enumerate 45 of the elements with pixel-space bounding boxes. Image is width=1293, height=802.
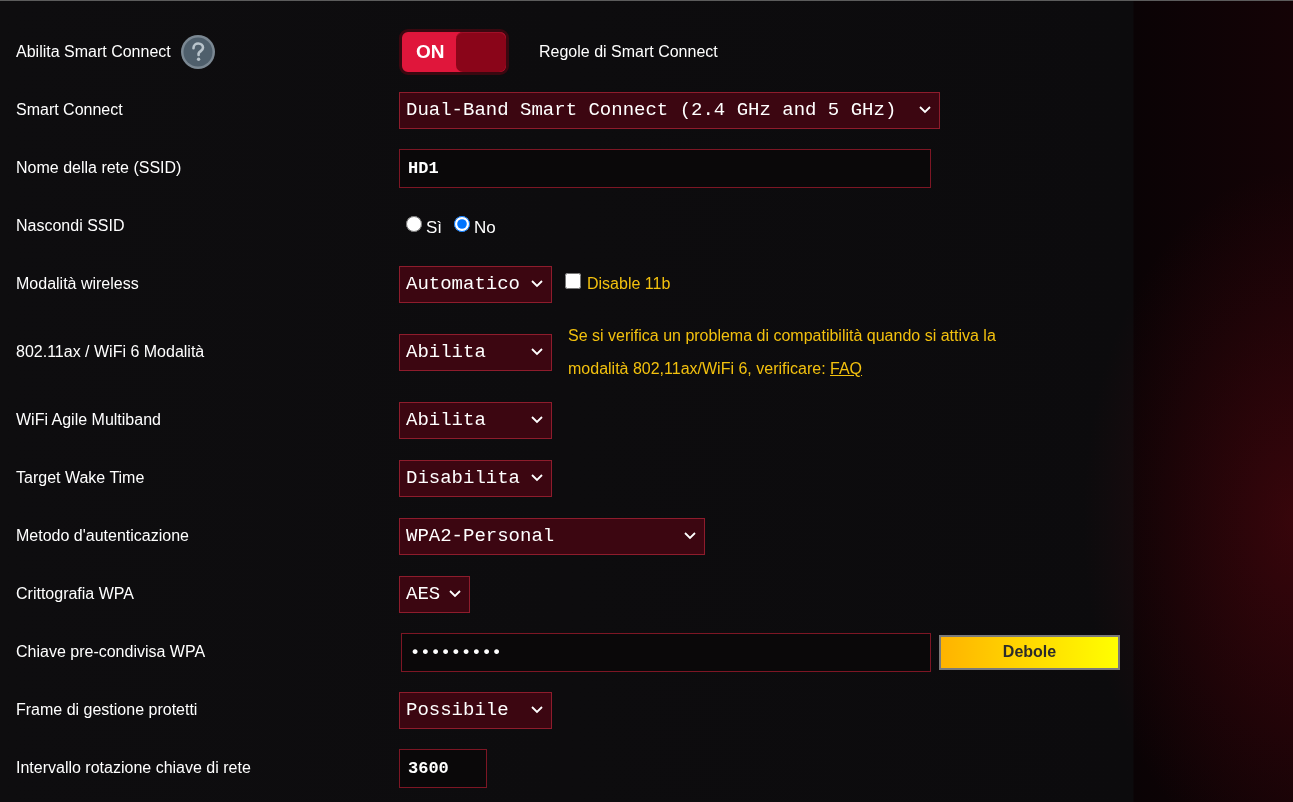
checkbox[interactable] — [565, 273, 581, 289]
chevron-down-icon — [531, 416, 543, 424]
field-label: Modalità wireless — [16, 275, 139, 293]
dropdown[interactable]: Abilita — [399, 333, 552, 371]
chevron-down-icon — [531, 348, 543, 356]
field-label: Nome della rete (SSID) — [16, 159, 182, 177]
field-label: Nascondi SSID — [16, 217, 125, 235]
dropdown[interactable]: Dual-Band Smart Connect (2.4 GHz and 5 GHz) — [399, 91, 940, 129]
checkbox-label[interactable]: Disable 11b — [587, 275, 671, 293]
field-label: Metodo d'autenticazione — [16, 527, 189, 545]
field-label: Smart Connect — [16, 101, 123, 119]
password-strength-indicator: Debole — [939, 634, 1120, 670]
compatibility-note: Se si verifica un problema di compatibilità quando si attiva la modalità 802,11ax/WiFi 6, verificare: FAQ — [568, 326, 997, 379]
chevron-down-icon — [531, 474, 543, 482]
rules-link[interactable]: Regole di Smart Connect — [539, 43, 718, 61]
field-label: 802.11ax / WiFi 6 Modalità — [16, 343, 205, 361]
dropdown[interactable]: Possibile — [399, 691, 552, 729]
field-label: Abilita Smart Connect — [16, 43, 171, 61]
radio-button[interactable] — [454, 216, 471, 232]
help-icon[interactable] — [179, 34, 216, 70]
dropdown[interactable]: Abilita — [399, 401, 552, 439]
field-label: Intervallo rotazione chiave di rete — [16, 759, 251, 777]
text-field[interactable]: 3600 — [399, 748, 487, 788]
dropdown[interactable]: Disabilita — [399, 459, 552, 497]
field-label: WiFi Agile Multiband — [16, 411, 161, 429]
field-label: Frame di gestione protetti — [16, 701, 198, 719]
option-label[interactable]: No — [474, 218, 496, 238]
chevron-down-icon — [919, 106, 931, 114]
field-label: Crittografia WPA — [16, 585, 134, 603]
password-field[interactable]: ••••••••• — [401, 632, 931, 672]
dropdown[interactable]: AES — [399, 575, 470, 613]
toggle-switch[interactable]: ON — [399, 29, 509, 75]
chevron-down-icon — [449, 590, 461, 598]
option-label[interactable]: Sì — [426, 218, 443, 238]
text-field[interactable]: HD1 — [399, 148, 931, 188]
chevron-down-icon — [531, 706, 543, 714]
radio-button[interactable] — [406, 216, 422, 232]
field-label: Target Wake Time — [16, 469, 145, 487]
dropdown[interactable]: WPA2-Personal — [399, 517, 705, 555]
chevron-down-icon — [531, 280, 543, 288]
faq-link[interactable]: FAQ — [830, 360, 863, 377]
toggle-knob[interactable] — [456, 32, 506, 72]
field-label: Chiave pre-condivisa WPA — [16, 643, 206, 661]
dropdown[interactable]: Automatico — [399, 265, 552, 303]
chevron-down-icon — [684, 532, 696, 540]
